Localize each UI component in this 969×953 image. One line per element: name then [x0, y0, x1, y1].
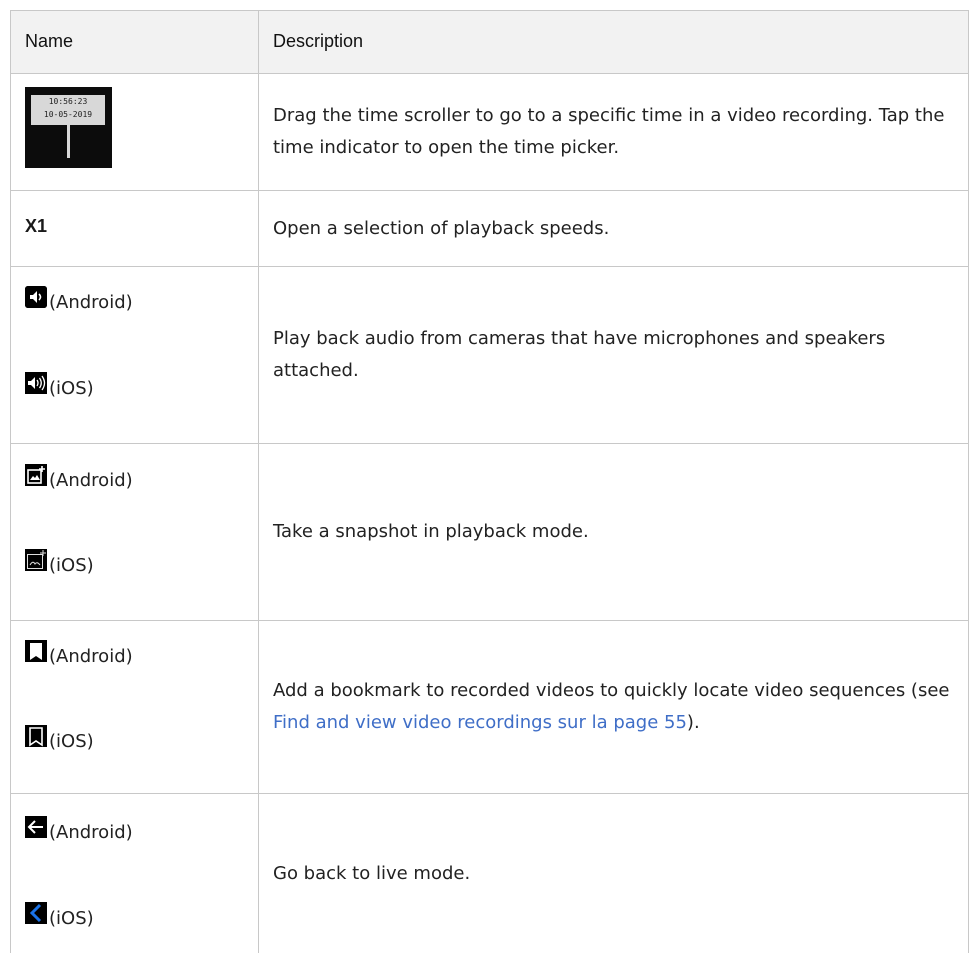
platform-label: (iOS): [49, 555, 94, 576]
table-border-left: [10, 10, 11, 953]
icon-line-ios: (iOS): [25, 372, 94, 399]
header-name: Name: [25, 31, 74, 51]
table-header: Name Description: [10, 10, 969, 73]
bookmark-outline-icon: [25, 725, 47, 747]
icon-line-android: (Android): [25, 464, 133, 491]
platform-label: (Android): [49, 292, 133, 313]
description-text: Drag the time scroller to go to a specif…: [273, 105, 945, 158]
description-cell: Open a selection of playback speeds.: [258, 191, 969, 266]
arrow-left-icon: [25, 816, 47, 838]
table-border-top: [10, 10, 969, 11]
icon-line-android: (Android): [25, 286, 133, 313]
chevron-left-icon: [25, 902, 47, 924]
description-text: Add a bookmark to recorded videos to qui…: [258, 675, 969, 739]
platform-label: (Android): [49, 822, 133, 843]
description-text-before-link: Add a bookmark to recorded videos to qui…: [273, 680, 950, 701]
icon-line-ios: (iOS): [25, 725, 94, 752]
time-text: 10:56:23: [48, 97, 88, 106]
description-cell: Take a snapshot in playback mode.: [258, 444, 969, 620]
icon-line-ios: (iOS): [25, 902, 94, 929]
platform-label: (iOS): [49, 908, 94, 929]
speaker-waves-icon: [25, 372, 47, 394]
icon-line-android: (Android): [25, 640, 133, 667]
icon-line-ios: (iOS): [25, 549, 94, 576]
description-text: Play back audio from cameras that have m…: [273, 328, 886, 381]
header-description: Description: [273, 31, 364, 51]
add-photo-icon: [25, 464, 47, 486]
platform-label: (iOS): [49, 731, 94, 752]
platform-label: (Android): [49, 470, 133, 491]
icon-line-android: (Android): [25, 816, 133, 843]
bookmark-icon: [25, 640, 47, 662]
platform-label: (Android): [49, 646, 133, 667]
description-cell: Drag the time scroller to go to a specif…: [258, 74, 969, 190]
description-text: Open a selection of playback speeds.: [273, 217, 610, 239]
description-text: Go back to live mode.: [273, 862, 471, 884]
cross-reference-link[interactable]: Find and view video recordings sur la pa…: [273, 712, 687, 733]
description-text-after-link: ).: [686, 712, 700, 733]
date-text: 10-05-2019: [43, 110, 93, 119]
add-photo-outline-icon: [25, 549, 47, 571]
speaker-icon: [25, 286, 47, 308]
description-cell: Add a bookmark to recorded videos to qui…: [258, 621, 969, 793]
platform-label: (iOS): [49, 378, 94, 399]
scroller-stem: [67, 125, 70, 158]
time-scroller-image: 10:56:23 10-05-2019: [25, 87, 112, 168]
time-indicator: 10:56:23 10-05-2019: [31, 95, 105, 125]
description-cell: Play back audio from cameras that have m…: [258, 267, 969, 443]
description-cell: Go back to live mode.: [258, 794, 969, 953]
description-text: Take a snapshot in playback mode.: [273, 521, 589, 542]
speed-label: X1: [25, 216, 48, 236]
